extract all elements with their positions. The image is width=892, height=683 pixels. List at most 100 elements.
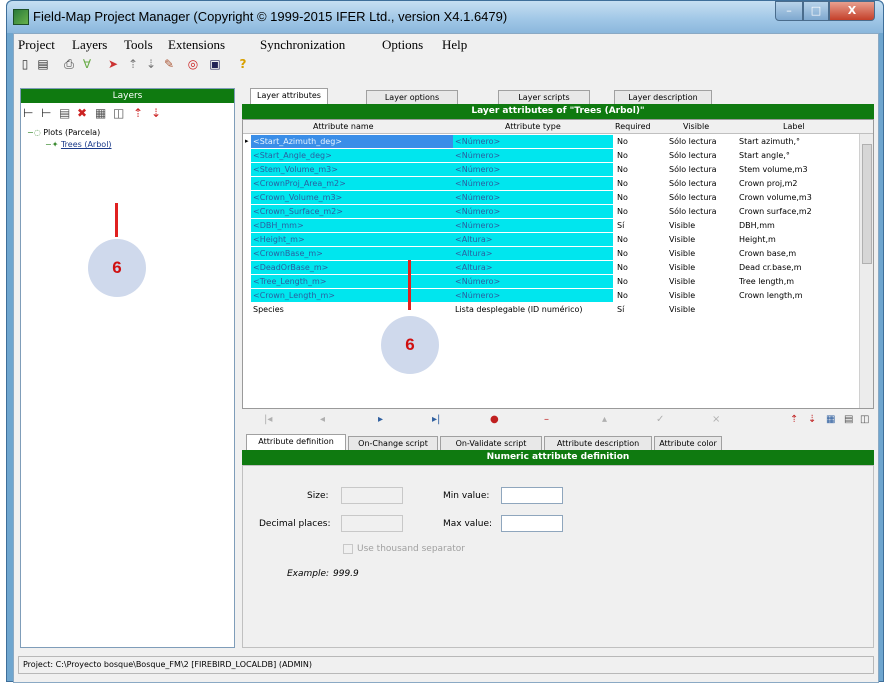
- example-label: Example:: [287, 569, 330, 579]
- table-row[interactable]: <Height_m> <Altura> No Visible Height,m: [243, 233, 861, 246]
- delete-layer-icon[interactable]: ✖: [77, 106, 87, 120]
- menu-synchronization[interactable]: Synchronization: [260, 37, 345, 53]
- app-icon: [13, 9, 29, 25]
- table-row[interactable]: <Start_Angle_deg> <Número> No Sólo lectu…: [243, 149, 861, 162]
- annotation-line: [408, 260, 411, 310]
- minimize-button[interactable]: –: [775, 1, 803, 21]
- table-row[interactable]: <DeadOrBase_m> <Altura> No Visible Dead …: [243, 261, 861, 274]
- client-area: Project Layers Tools Extensions Synchron…: [13, 33, 879, 683]
- next-record-button[interactable]: ▸: [378, 414, 383, 425]
- table-view-icon[interactable]: ▦: [826, 414, 835, 425]
- thousand-separator-checkbox[interactable]: [343, 544, 353, 554]
- decimal-places-label: Decimal places:: [259, 519, 331, 529]
- column-attribute-name[interactable]: Attribute name: [313, 122, 374, 131]
- layers-tree: −◌ Plots (Parcela) −✦ Trees (Arbol): [27, 127, 112, 151]
- move-attribute-down-icon[interactable]: ⇣: [808, 414, 816, 425]
- database-icon[interactable]: ▣: [208, 57, 222, 71]
- tab-layer-attributes[interactable]: Layer attributes: [250, 88, 328, 104]
- size-field: [341, 487, 403, 504]
- close-button[interactable]: X: [829, 1, 875, 21]
- annotation-line: [115, 203, 118, 237]
- menu-help[interactable]: Help: [442, 37, 467, 53]
- menu-bar: Project Layers Tools Extensions Synchron…: [14, 34, 878, 54]
- move-up-icon[interactable]: ⇡: [126, 57, 140, 71]
- column-label[interactable]: Label: [783, 122, 805, 131]
- tab-layer-scripts[interactable]: Layer scripts: [498, 90, 590, 104]
- target-icon[interactable]: ◎: [186, 57, 200, 71]
- menu-project[interactable]: Project: [18, 37, 55, 53]
- layer-tabs: Layer attributes Layer options Layer scr…: [242, 88, 874, 104]
- layers-toolbar: ⊢ ⊢ ▤ ✖ ▦ ◫ ⇡ ⇣: [21, 105, 234, 123]
- table-row[interactable]: Species Lista desplegable (ID numérico) …: [243, 303, 861, 316]
- move-layer-down-icon[interactable]: ⇣: [151, 106, 161, 120]
- open-icon[interactable]: ▤: [36, 57, 50, 71]
- refresh-icon[interactable]: ◫: [113, 106, 124, 120]
- min-value-field[interactable]: [501, 487, 563, 504]
- column-required[interactable]: Required: [615, 122, 651, 131]
- cancel-record-button[interactable]: ×: [712, 414, 720, 425]
- copy-layer-icon[interactable]: ▤: [59, 106, 70, 120]
- window-title: Field-Map Project Manager (Copyright © 1…: [33, 9, 508, 24]
- tab-attribute-definition[interactable]: Attribute definition: [246, 434, 346, 450]
- new-icon[interactable]: ▯: [18, 57, 32, 71]
- definition-title: Numeric attribute definition: [242, 450, 874, 465]
- maximize-button[interactable]: □: [803, 1, 829, 21]
- grid-scrollbar[interactable]: [859, 134, 873, 408]
- table-row[interactable]: <Tree_Length_m> <Número> No Visible Tree…: [243, 275, 861, 288]
- move-attribute-up-icon[interactable]: ⇡: [790, 414, 798, 425]
- copy-attribute-icon[interactable]: ▤: [844, 414, 853, 425]
- table-row[interactable]: <Stem_Volume_m3> <Número> No Sólo lectur…: [243, 163, 861, 176]
- attributes-area: Layer attributes Layer options Layer scr…: [242, 88, 874, 648]
- tab-layer-options[interactable]: Layer options: [366, 90, 458, 104]
- post-record-button[interactable]: ✓: [656, 414, 664, 425]
- last-record-button[interactable]: ▸|: [432, 414, 440, 425]
- pen-icon[interactable]: ✎: [162, 57, 176, 71]
- delete-record-button[interactable]: –: [544, 414, 549, 425]
- export-attribute-icon[interactable]: ◫: [860, 414, 869, 425]
- tab-attribute-color[interactable]: Attribute color: [654, 436, 722, 450]
- filter-icon[interactable]: ∀: [80, 57, 94, 71]
- definition-panel: Size: Min value: Decimal places: Max val…: [242, 465, 874, 648]
- attributes-grid[interactable]: Attribute name Attribute type Required V…: [242, 119, 874, 409]
- layer-properties-icon[interactable]: ▦: [95, 106, 106, 120]
- move-down-icon[interactable]: ⇣: [144, 57, 158, 71]
- toolbar: ▯ ▤ ⎙ ∀ ➤ ⇡ ⇣ ✎ ◎ ▣ ?: [14, 54, 878, 76]
- column-attribute-type[interactable]: Attribute type: [505, 122, 561, 131]
- tree-item-trees[interactable]: −✦ Trees (Arbol): [27, 139, 112, 151]
- menu-extensions[interactable]: Extensions: [168, 37, 225, 53]
- title-bar[interactable]: Field-Map Project Manager (Copyright © 1…: [7, 1, 883, 33]
- add-record-button[interactable]: ●: [490, 414, 499, 425]
- tab-onchange-script[interactable]: On-Change script: [348, 436, 438, 450]
- attribute-tabs: Attribute definition On-Change script On…: [242, 434, 874, 450]
- table-row[interactable]: <Crown_Length_m> <Número> No Visible Cro…: [243, 289, 861, 302]
- row-indicator-icon: ▸: [245, 137, 249, 145]
- tree-item-plots[interactable]: −◌ Plots (Parcela): [27, 127, 112, 139]
- help-icon[interactable]: ?: [236, 57, 250, 71]
- menu-options[interactable]: Options: [382, 37, 423, 53]
- first-record-button[interactable]: |◂: [264, 414, 272, 425]
- tab-layer-description[interactable]: Layer description: [614, 90, 712, 104]
- max-value-field[interactable]: [501, 515, 563, 532]
- menu-tools[interactable]: Tools: [124, 37, 153, 53]
- add-sublayer-icon[interactable]: ⊢: [41, 106, 51, 120]
- print-icon[interactable]: ⎙: [62, 57, 76, 71]
- edit-record-button[interactable]: ▴: [602, 414, 607, 425]
- table-row[interactable]: <Crown_Surface_m2> <Número> No Sólo lect…: [243, 205, 861, 218]
- tab-attribute-description[interactable]: Attribute description: [544, 436, 652, 450]
- table-row[interactable]: ▸ <Start_Azimuth_deg> <Número> No Sólo l…: [243, 135, 861, 148]
- prev-record-button[interactable]: ◂: [320, 414, 325, 425]
- layers-panel-title: Layers: [21, 89, 234, 103]
- add-layer-icon[interactable]: ⊢: [23, 106, 33, 120]
- table-row[interactable]: <Crown_Volume_m3> <Número> No Sólo lectu…: [243, 191, 861, 204]
- example-value: 999.9: [333, 569, 359, 579]
- arrow-icon[interactable]: ➤: [106, 57, 120, 71]
- annotation-badge: 6: [88, 239, 146, 297]
- column-visible[interactable]: Visible: [683, 122, 709, 131]
- scrollbar-thumb[interactable]: [862, 144, 872, 264]
- tab-onvalidate-script[interactable]: On-Validate script: [440, 436, 542, 450]
- table-row[interactable]: <CrownProj_Area_m2> <Número> No Sólo lec…: [243, 177, 861, 190]
- menu-layers[interactable]: Layers: [72, 37, 107, 53]
- move-layer-up-icon[interactable]: ⇡: [133, 106, 143, 120]
- table-row[interactable]: <CrownBase_m> <Altura> No Visible Crown …: [243, 247, 861, 260]
- table-row[interactable]: <DBH_mm> <Número> Sí Visible DBH,mm: [243, 219, 861, 232]
